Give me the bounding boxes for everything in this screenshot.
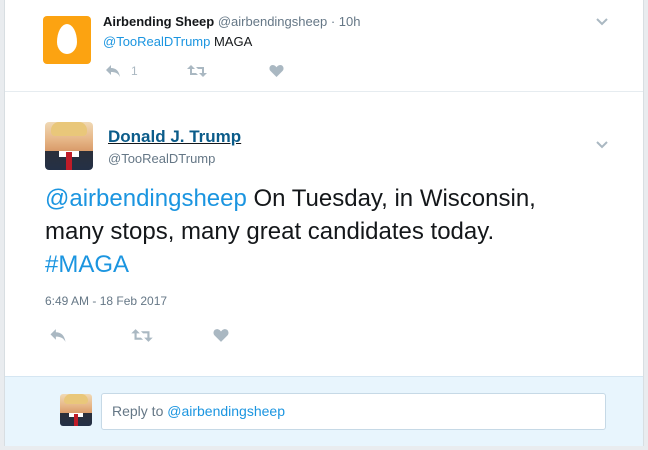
- reply-icon: [50, 328, 66, 342]
- parent-tweet[interactable]: Airbending Sheep @airbendingsheep · 10h …: [5, 0, 643, 92]
- author-name-text: Donald J. Trump: [108, 127, 242, 146]
- retweet-button[interactable]: [187, 62, 207, 80]
- avatar-hair: [51, 122, 87, 136]
- retweet-button[interactable]: [131, 325, 153, 345]
- parent-tweet-text: @TooRealDTrump MAGA: [103, 34, 252, 49]
- tweet-timestamp[interactable]: 6:49 AM - 18 Feb 2017: [45, 294, 167, 308]
- egg-icon: [57, 24, 77, 54]
- reply-mention: @airbendingsheep: [167, 403, 285, 419]
- reply-count: 1: [131, 64, 138, 78]
- avatar: [60, 394, 92, 426]
- like-icon: [269, 65, 284, 77]
- author-handle[interactable]: @TooRealDTrump: [108, 151, 215, 166]
- parent-tweet-header: Airbending Sheep @airbendingsheep · 10h: [103, 14, 360, 29]
- reply-prefix: Reply to: [112, 403, 168, 419]
- reply-bar: Reply to @airbendingsheep: [5, 376, 643, 446]
- tweet-text: @airbendingsheep On Tuesday, in Wisconsi…: [45, 182, 615, 281]
- parent-tweet-time[interactable]: · 10h: [331, 14, 361, 29]
- parent-author-name[interactable]: Airbending Sheep: [103, 14, 214, 29]
- tweet-text-line1: On Tuesday, in Wisconsin,: [246, 185, 536, 212]
- avatar-tie: [74, 414, 78, 426]
- parent-tweet-body: MAGA: [210, 34, 253, 49]
- chevron-down-icon[interactable]: [595, 15, 609, 29]
- egg-avatar[interactable]: [43, 16, 91, 64]
- reply-input[interactable]: Reply to @airbendingsheep: [101, 393, 606, 430]
- chevron-down-icon[interactable]: [595, 138, 609, 152]
- avatar-tie: [66, 152, 72, 170]
- author-name[interactable]: Donald J. Trump: [108, 127, 241, 147]
- parent-mention-link[interactable]: @TooRealDTrump: [103, 34, 210, 49]
- avatar-hair: [64, 394, 88, 404]
- retweet-icon: [131, 328, 153, 342]
- avatar[interactable]: [45, 122, 93, 170]
- reply-icon: [106, 65, 120, 77]
- like-button[interactable]: [213, 325, 229, 345]
- like-button[interactable]: [269, 62, 284, 80]
- tweet-text-line2: many stops, many great candidates today.: [45, 218, 495, 245]
- reply-button[interactable]: [49, 325, 67, 345]
- like-icon: [213, 328, 229, 342]
- parent-author-handle[interactable]: @airbendingsheep: [218, 14, 327, 29]
- mention-link[interactable]: @airbendingsheep: [45, 185, 247, 212]
- tweet-panel: Airbending Sheep @airbendingsheep · 10h …: [4, 0, 644, 446]
- reply-button[interactable]: 1: [105, 62, 138, 80]
- hashtag-link[interactable]: #MAGA: [45, 251, 129, 278]
- retweet-icon: [187, 65, 207, 77]
